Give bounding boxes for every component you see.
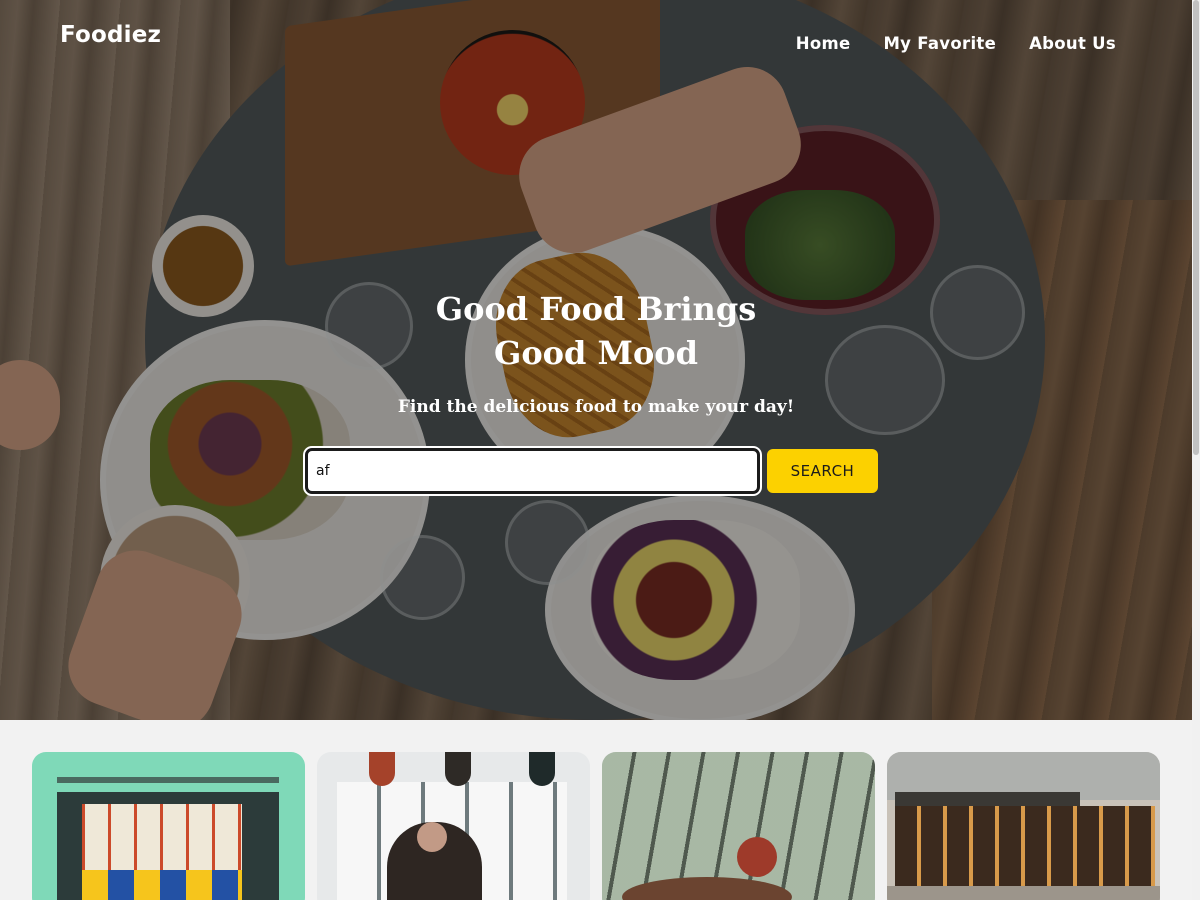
restaurant-card-4[interactable]: [887, 752, 1160, 900]
scrollbar-thumb[interactable]: [1193, 0, 1199, 455]
hero-headline-line-1: Good Food Brings: [435, 290, 757, 328]
hero-headline-line-2: Good Mood: [493, 334, 698, 372]
main-nav: Home My Favorite About Us: [796, 34, 1116, 53]
page-scrollbar[interactable]: [1192, 0, 1200, 900]
restaurant-card-1[interactable]: [32, 752, 305, 900]
hero-headline: Good Food Brings Good Mood: [0, 287, 1192, 375]
restaurant-card-3[interactable]: [602, 752, 875, 900]
nav-my-favorite[interactable]: My Favorite: [883, 34, 996, 53]
nav-about-us[interactable]: About Us: [1029, 34, 1116, 53]
brand-logo[interactable]: Foodiez: [60, 22, 161, 48]
nav-home[interactable]: Home: [796, 34, 851, 53]
search-button[interactable]: SEARCH: [767, 449, 878, 493]
restaurant-card-2[interactable]: [317, 752, 590, 900]
hero-subheadline: Find the delicious food to make your day…: [397, 397, 795, 417]
search-input[interactable]: [305, 448, 760, 494]
